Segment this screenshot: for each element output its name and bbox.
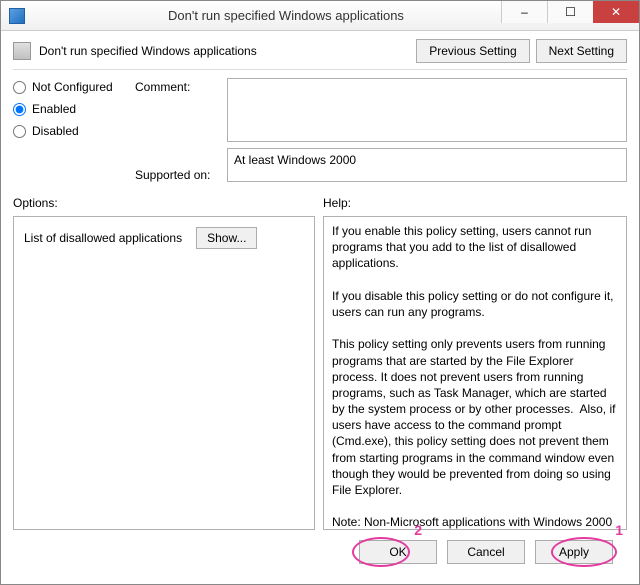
- radio-not-configured-label: Not Configured: [32, 80, 113, 94]
- options-label: Options:: [13, 196, 323, 210]
- disallowed-list-label: List of disallowed applications: [24, 231, 182, 245]
- header-row: Don't run specified Windows applications…: [13, 39, 627, 63]
- radio-not-configured-input[interactable]: [13, 81, 26, 94]
- dialog-footer: OK Cancel Apply 2 1: [13, 530, 627, 570]
- divider: [13, 69, 627, 70]
- radio-disabled-input[interactable]: [13, 125, 26, 138]
- radio-disabled-label: Disabled: [32, 124, 79, 138]
- supported-on-box[interactable]: At least Windows 2000: [227, 148, 627, 182]
- radio-enabled-input[interactable]: [13, 103, 26, 116]
- radio-enabled-label: Enabled: [32, 102, 76, 116]
- ok-button[interactable]: OK: [359, 540, 437, 564]
- comment-label: Comment:: [135, 78, 215, 94]
- help-text: If you enable this policy setting, users…: [332, 224, 619, 530]
- policy-icon: [13, 42, 31, 60]
- options-panel: List of disallowed applications Show...: [13, 216, 315, 530]
- help-label: Help:: [323, 196, 351, 210]
- window-buttons: – ☐ ✕: [501, 1, 639, 23]
- supported-on-value: At least Windows 2000: [234, 153, 356, 167]
- maximize-button[interactable]: ☐: [547, 1, 593, 23]
- policy-title: Don't run specified Windows applications: [39, 44, 257, 58]
- help-panel[interactable]: If you enable this policy setting, users…: [323, 216, 627, 530]
- state-radios: Not Configured Enabled Disabled: [13, 78, 123, 182]
- minimize-button[interactable]: –: [501, 1, 547, 23]
- titlebar: Don't run specified Windows applications…: [1, 1, 639, 31]
- next-setting-button[interactable]: Next Setting: [536, 39, 627, 63]
- close-button[interactable]: ✕: [593, 1, 639, 23]
- supported-on-label: Supported on:: [135, 162, 215, 182]
- minimize-icon: –: [521, 5, 528, 19]
- radio-disabled[interactable]: Disabled: [13, 124, 123, 138]
- close-icon: ✕: [611, 5, 621, 19]
- previous-setting-button[interactable]: Previous Setting: [416, 39, 529, 63]
- radio-not-configured[interactable]: Not Configured: [13, 80, 123, 94]
- cancel-button[interactable]: Cancel: [447, 540, 525, 564]
- maximize-icon: ☐: [565, 5, 576, 19]
- radio-enabled[interactable]: Enabled: [13, 102, 123, 116]
- app-icon: [9, 8, 25, 24]
- show-button[interactable]: Show...: [196, 227, 257, 249]
- comment-textarea[interactable]: [227, 78, 627, 142]
- apply-button[interactable]: Apply: [535, 540, 613, 564]
